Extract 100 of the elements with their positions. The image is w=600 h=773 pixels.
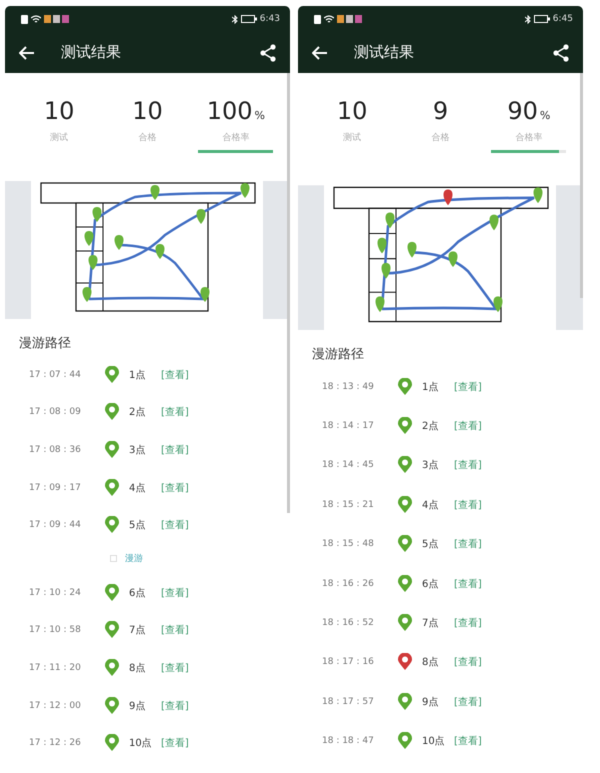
check-time: 18 : 13 : 49 [322,382,375,392]
point-label: 7点 [129,624,146,638]
location-pin-icon [398,692,412,711]
view-link[interactable]: [查看] [161,405,189,420]
check-time: 17 : 10 : 24 [29,588,82,598]
section-title: 漫游路径 [18,335,72,353]
check-time: 18 : 18 : 47 [322,736,375,746]
point-label: 8点 [422,656,440,670]
stat-unit: % [540,109,550,122]
location-pin-icon [398,535,412,554]
location-pin-icon [398,732,412,750]
point-label: 3点 [129,444,146,457]
battery-icon [240,15,257,23]
view-link[interactable]: [查看] [454,655,482,670]
check-time: 17 : 12 : 00 [29,700,82,711]
check-time: 17 : 10 : 58 [29,625,82,636]
stat-label: 测试 [343,132,362,144]
view-link[interactable]: [查看] [454,537,482,552]
point-label: 4点 [422,498,440,512]
check-time: 17 : 11 : 20 [29,662,82,673]
point-label: 5点 [129,518,146,532]
point-label: 10点 [422,734,446,748]
stat-label: 测试 [50,132,68,144]
view-link[interactable]: [查看] [454,616,482,630]
view-link[interactable]: [查看] [161,586,189,600]
back-arrow-icon[interactable] [19,46,35,60]
sim-icon [21,14,28,24]
point-label: 9点 [129,700,146,713]
view-link[interactable]: [查看] [454,458,482,472]
location-pin-icon [398,456,412,474]
check-time: 17 : 09 : 17 [29,482,82,493]
location-pin-icon [105,366,119,384]
share-icon[interactable] [260,44,276,62]
stat-value: 10 [132,97,163,125]
view-link[interactable]: [查看] [454,734,482,748]
check-time: 18 : 15 : 21 [322,500,375,510]
stat-value: 90 [507,97,538,125]
clock-time: 6:43 [260,14,280,24]
stat-value: 9 [432,97,448,125]
view-link[interactable]: [查看] [454,419,482,434]
check-time: 18 : 16 : 52 [322,618,375,628]
stat-label: 合格率 [222,132,250,144]
view-link[interactable]: [查看] [161,442,189,457]
view-link[interactable]: [查看] [161,518,189,532]
check-time: 18 : 17 : 16 [322,657,375,668]
app-icons [44,15,70,23]
location-pin-icon [105,734,119,752]
wifi-icon [324,15,334,23]
location-pin-icon [398,574,412,593]
view-link[interactable]: [查看] [161,698,189,713]
check-time: 17 : 12 : 26 [29,738,82,748]
location-pin-icon [105,403,119,422]
point-label: 1点 [422,380,440,394]
view-link[interactable]: [查看] [454,694,482,709]
view-link[interactable]: [查看] [161,368,189,382]
stat-unit: % [254,109,265,122]
screen-title: 测试结果 [61,43,122,62]
check-time: 18 : 15 : 48 [322,539,375,550]
stat-value: 100 [206,97,252,125]
stat-label: 合格率 [515,132,542,144]
view-link[interactable]: [查看] [454,380,482,394]
location-pin-icon [398,417,412,436]
check-time: 17 : 07 : 44 [29,370,82,380]
stat-value: 10 [336,97,368,125]
view-link[interactable]: [查看] [161,480,189,495]
roam-marker-icon [110,555,117,562]
point-label: 10点 [129,736,153,750]
location-pin-icon [105,478,119,497]
location-pin-icon [398,378,412,396]
point-label: 8点 [129,662,146,675]
sim-icon [314,14,321,24]
point-label: 2点 [422,420,440,434]
point-label: 3点 [422,458,440,472]
point-label: 6点 [129,586,146,600]
section-title: 漫游路径 [311,346,365,364]
location-pin-icon [105,516,119,534]
wifi-icon [31,15,41,23]
bluetooth-icon [524,14,531,24]
view-link[interactable]: [查看] [454,576,482,591]
check-time: 17 : 08 : 09 [29,407,82,418]
point-label: 1点 [129,368,146,382]
check-time: 17 : 08 : 36 [29,444,82,455]
view-link[interactable]: [查看] [161,660,189,675]
share-icon[interactable] [553,44,569,62]
back-arrow-icon[interactable] [312,46,328,60]
location-pin-icon [398,653,412,672]
location-pin-icon [398,614,412,632]
stat-label: 合格 [138,132,156,144]
point-label: 9点 [422,696,440,709]
screen-title: 测试结果 [354,43,415,62]
check-time: 18 : 17 : 57 [322,696,375,707]
view-link[interactable]: [查看] [161,736,189,750]
location-pin-icon [105,696,119,715]
view-link[interactable]: [查看] [161,623,189,638]
bluetooth-icon [232,14,238,24]
location-pin-icon [105,440,119,459]
point-label: 6点 [422,578,440,591]
check-time: 17 : 09 : 44 [29,520,82,530]
clock-time: 6:45 [552,14,573,24]
view-link[interactable]: [查看] [454,498,482,512]
